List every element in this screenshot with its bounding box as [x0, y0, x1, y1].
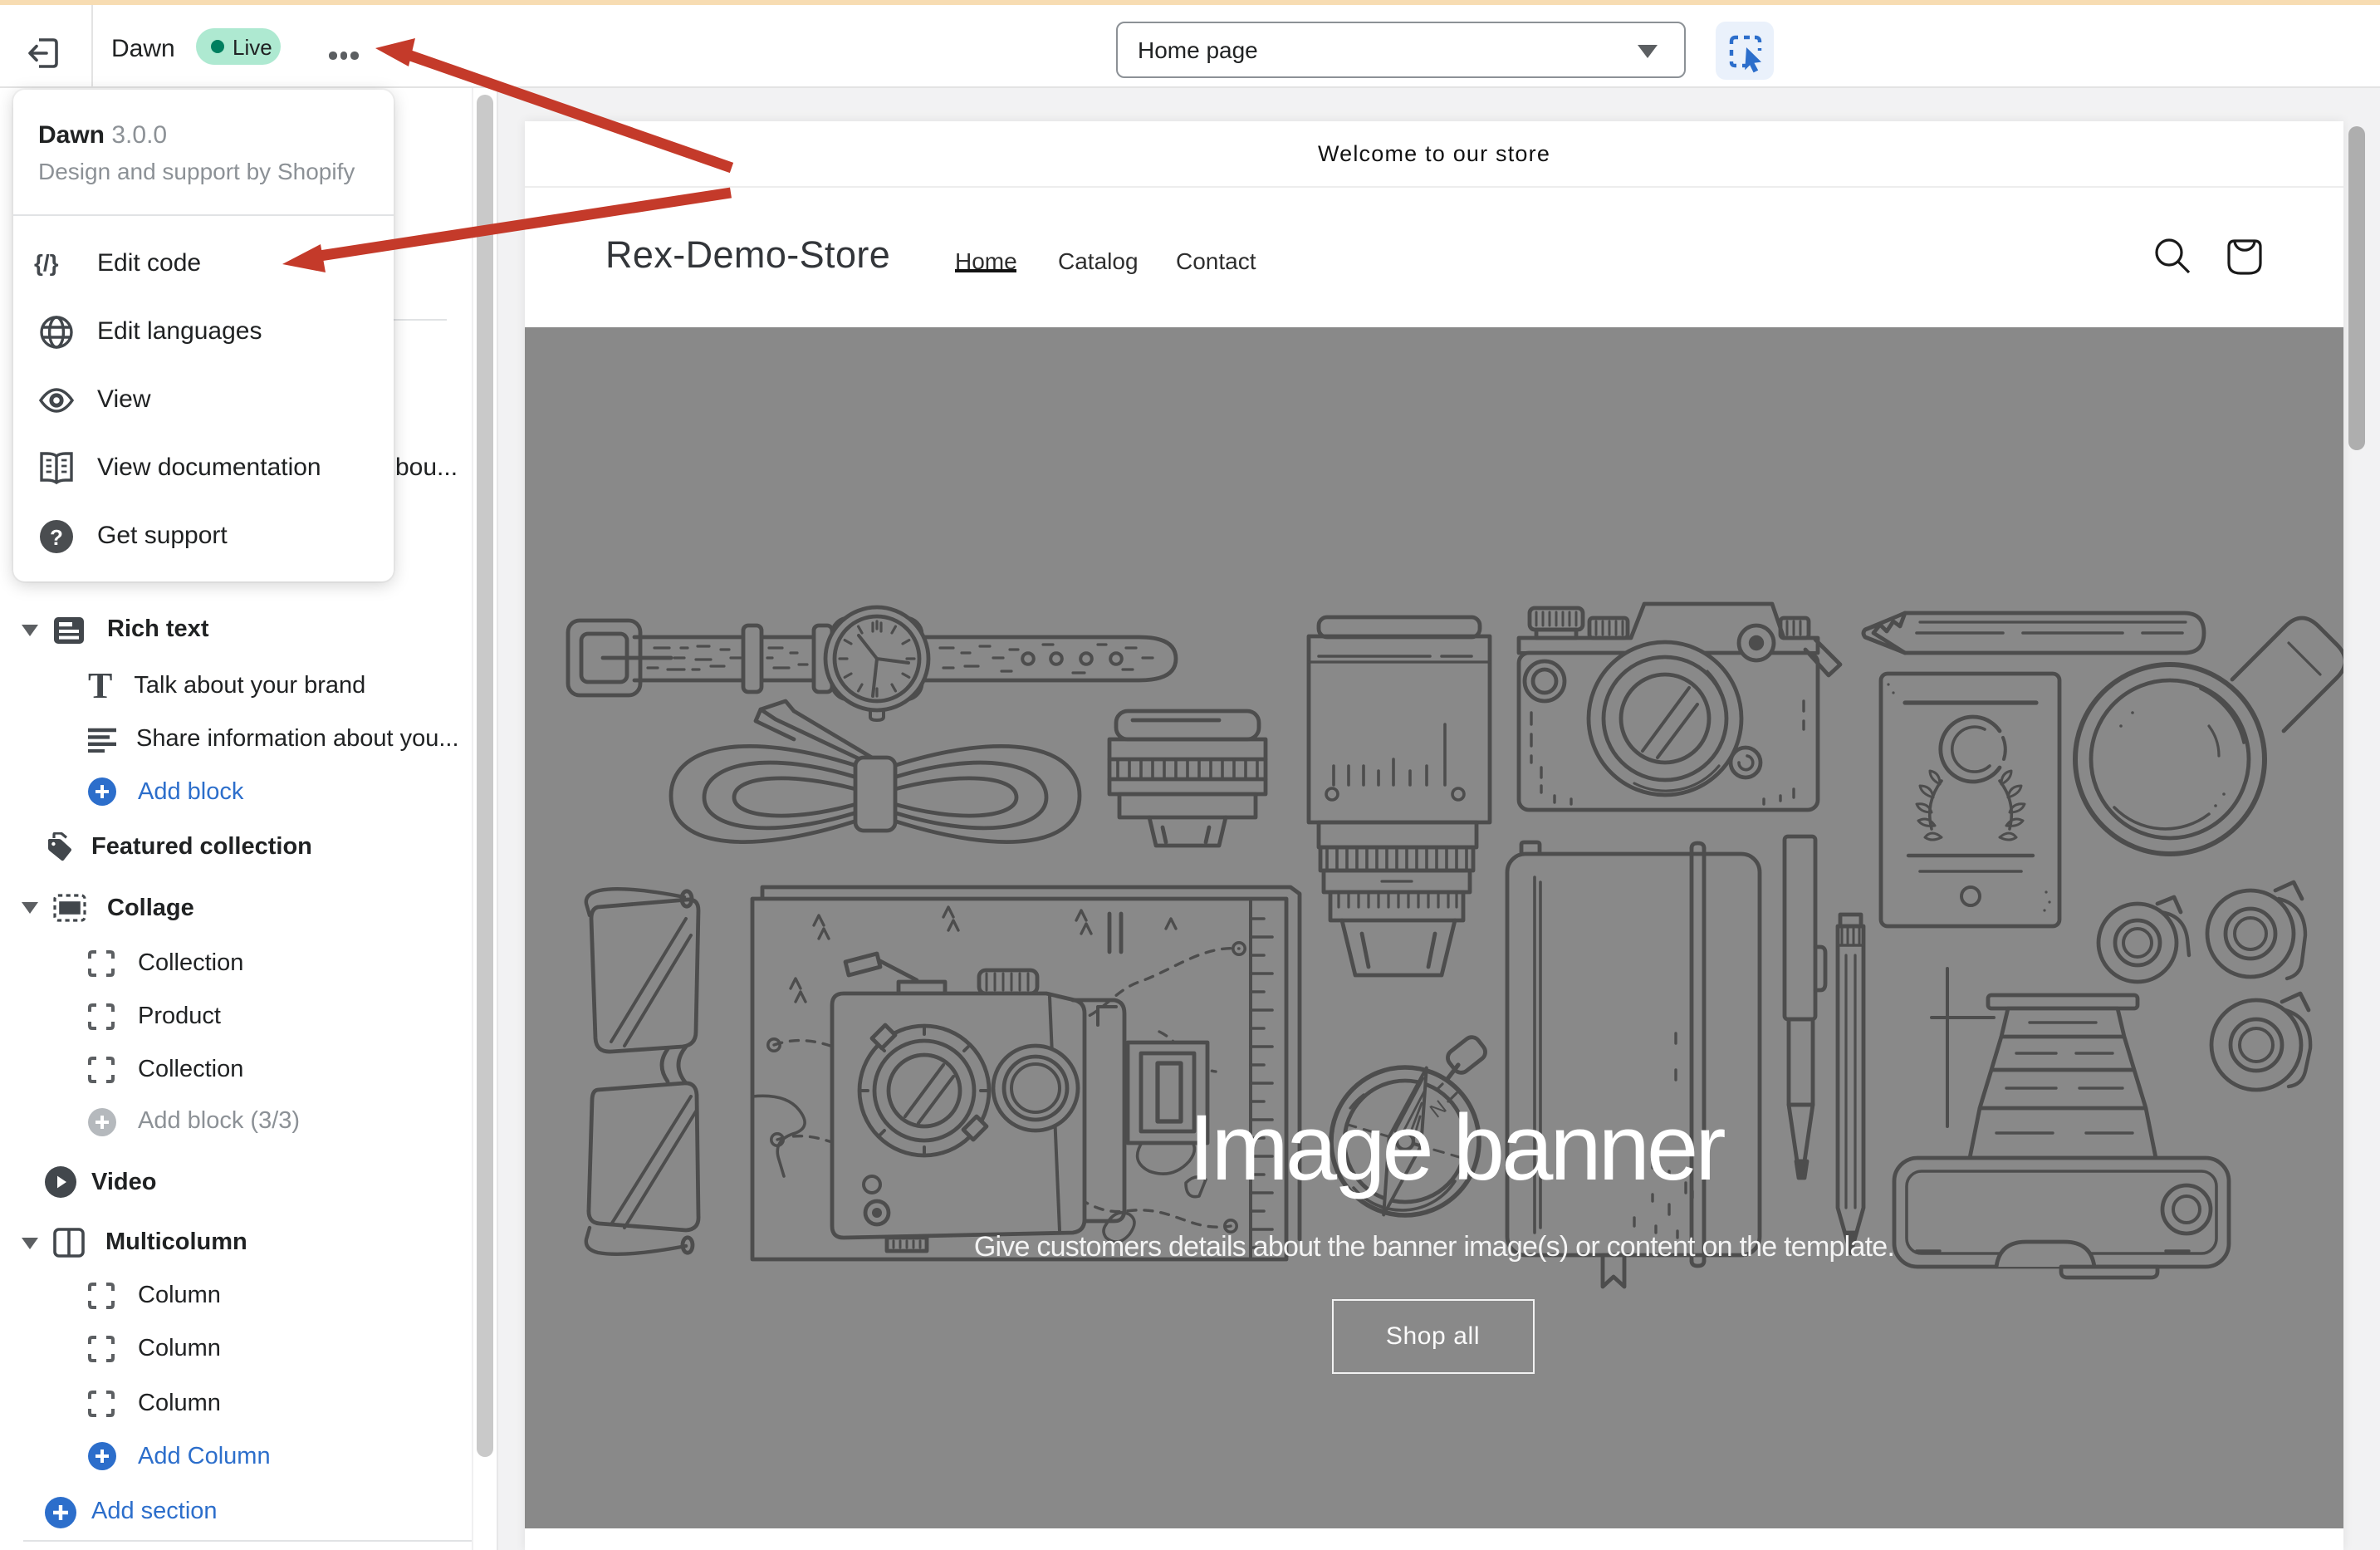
svg-text:?: ?: [49, 524, 62, 549]
